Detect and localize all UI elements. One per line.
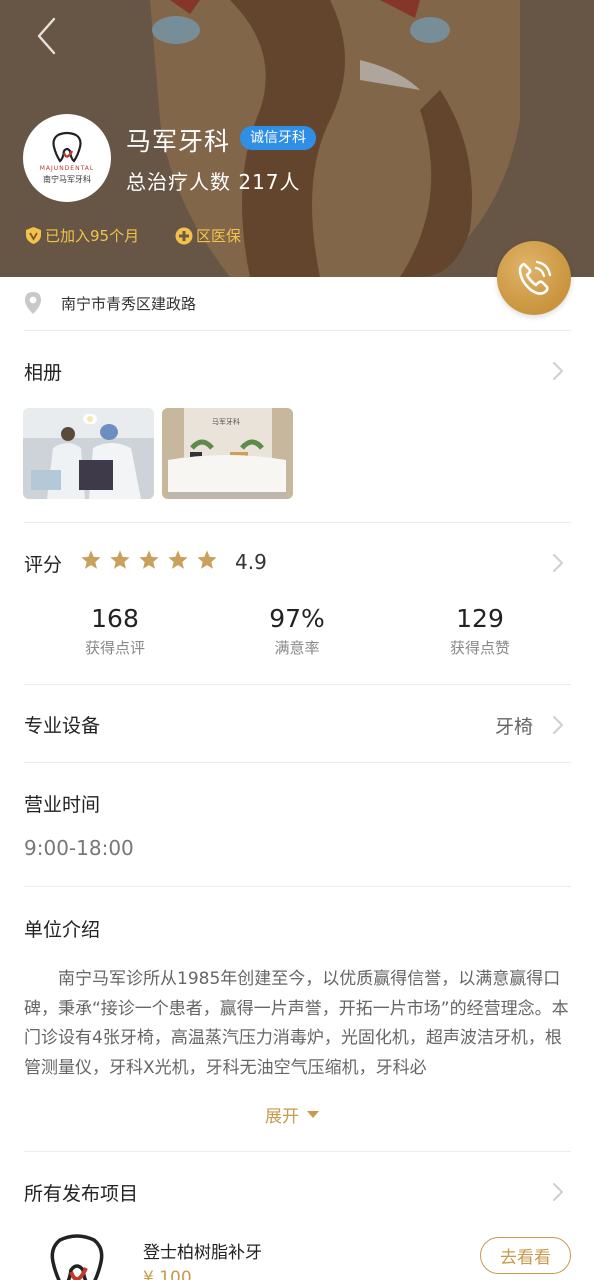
joined-tag: 已加入95个月 [25,225,139,246]
stat-likes: 129 获得点赞 [410,604,550,658]
clinic-name: 马军牙科 [126,127,231,156]
hours-value: 9:00-18:00 [24,836,134,860]
tooth-logo-icon [52,131,82,163]
integrity-badge: 诚信牙科 [240,126,316,150]
star-icon [197,550,217,569]
view-project-button[interactable]: 去看看 [480,1237,571,1274]
shield-v-icon [26,227,41,244]
chevron-right-icon[interactable] [551,714,565,736]
divider [24,762,571,763]
star-icon [139,550,159,569]
logo-english-text: MAJUNDENTAL [39,165,95,172]
insurance-tag: 区医保 [175,225,241,246]
chevron-right-icon[interactable] [551,1181,565,1203]
divider [24,1151,571,1152]
rating-stars [80,549,218,571]
stat-value: 168 [91,604,139,633]
medical-cross-icon [175,227,193,244]
logo-chinese-text: 南宁马军牙科 [43,175,91,184]
project-name[interactable]: 登士柏树脂补牙 [143,1238,262,1263]
stat-reviews: 168 获得点评 [45,604,185,658]
stat-label: 获得点赞 [449,639,510,657]
stat-label: 获得点评 [84,639,145,657]
treated-count: 总治疗人数 217人 [126,170,301,194]
clinic-logo: MAJUNDENTAL 南宁马军牙科 [23,114,111,202]
svg-text:马军牙科: 马军牙科 [212,417,240,426]
chevron-right-icon[interactable] [551,360,565,382]
phone-icon [518,260,552,295]
hours-title: 营业时间 [24,794,101,816]
intro-title: 单位介绍 [24,919,101,941]
insurance-text: 区医保 [196,227,242,245]
stat-value: 97% [269,604,325,633]
stat-value: 129 [456,604,504,633]
rating-score: 4.9 [235,550,267,574]
stat-label: 满意率 [274,639,320,657]
tooth-logo-icon [50,1234,104,1280]
equipment-value: 牙椅 [495,716,534,738]
expand-button[interactable]: 展开 [265,1102,319,1127]
star-icon [110,550,130,569]
chevron-left-icon [37,17,56,55]
star-icon [81,550,101,569]
star-icon [168,550,188,569]
chevron-right-icon[interactable] [551,552,565,574]
divider [24,522,571,523]
intro-text: 南宁马军诊所从1985年创建至今，以优质赢得信誉，以满意赢得口碑，秉承“接诊一个… [24,965,570,1087]
project-price: ¥ 100 [143,1268,192,1280]
album-photo-treatment[interactable] [23,408,154,499]
album-title: 相册 [24,362,63,384]
intro-body: 南宁马军诊所从1985年创建至今，以优质赢得信誉，以满意赢得口碑，秉承“接诊一个… [24,969,569,1078]
divider [24,886,571,887]
expand-label: 展开 [265,1107,299,1127]
projects-title: 所有发布项目 [24,1183,139,1205]
rating-title: 评分 [24,554,63,576]
back-button[interactable] [26,12,66,60]
caret-down-icon [307,1110,319,1118]
address-text: 南宁市青秀区建政路 [61,295,197,313]
album-photo-reception[interactable]: 马军牙科 [162,408,293,499]
joined-text: 已加入95个月 [45,227,140,245]
clinic-header: MAJUNDENTAL 南宁马军牙科 马军牙科 诚信牙科 总治疗人数 217人 … [0,0,594,277]
equipment-title: 专业设备 [24,715,101,737]
divider [24,330,571,331]
call-button[interactable] [497,241,571,315]
stat-satisfaction: 97% 满意率 [227,604,367,658]
divider [24,684,571,685]
location-pin-icon [25,292,41,314]
